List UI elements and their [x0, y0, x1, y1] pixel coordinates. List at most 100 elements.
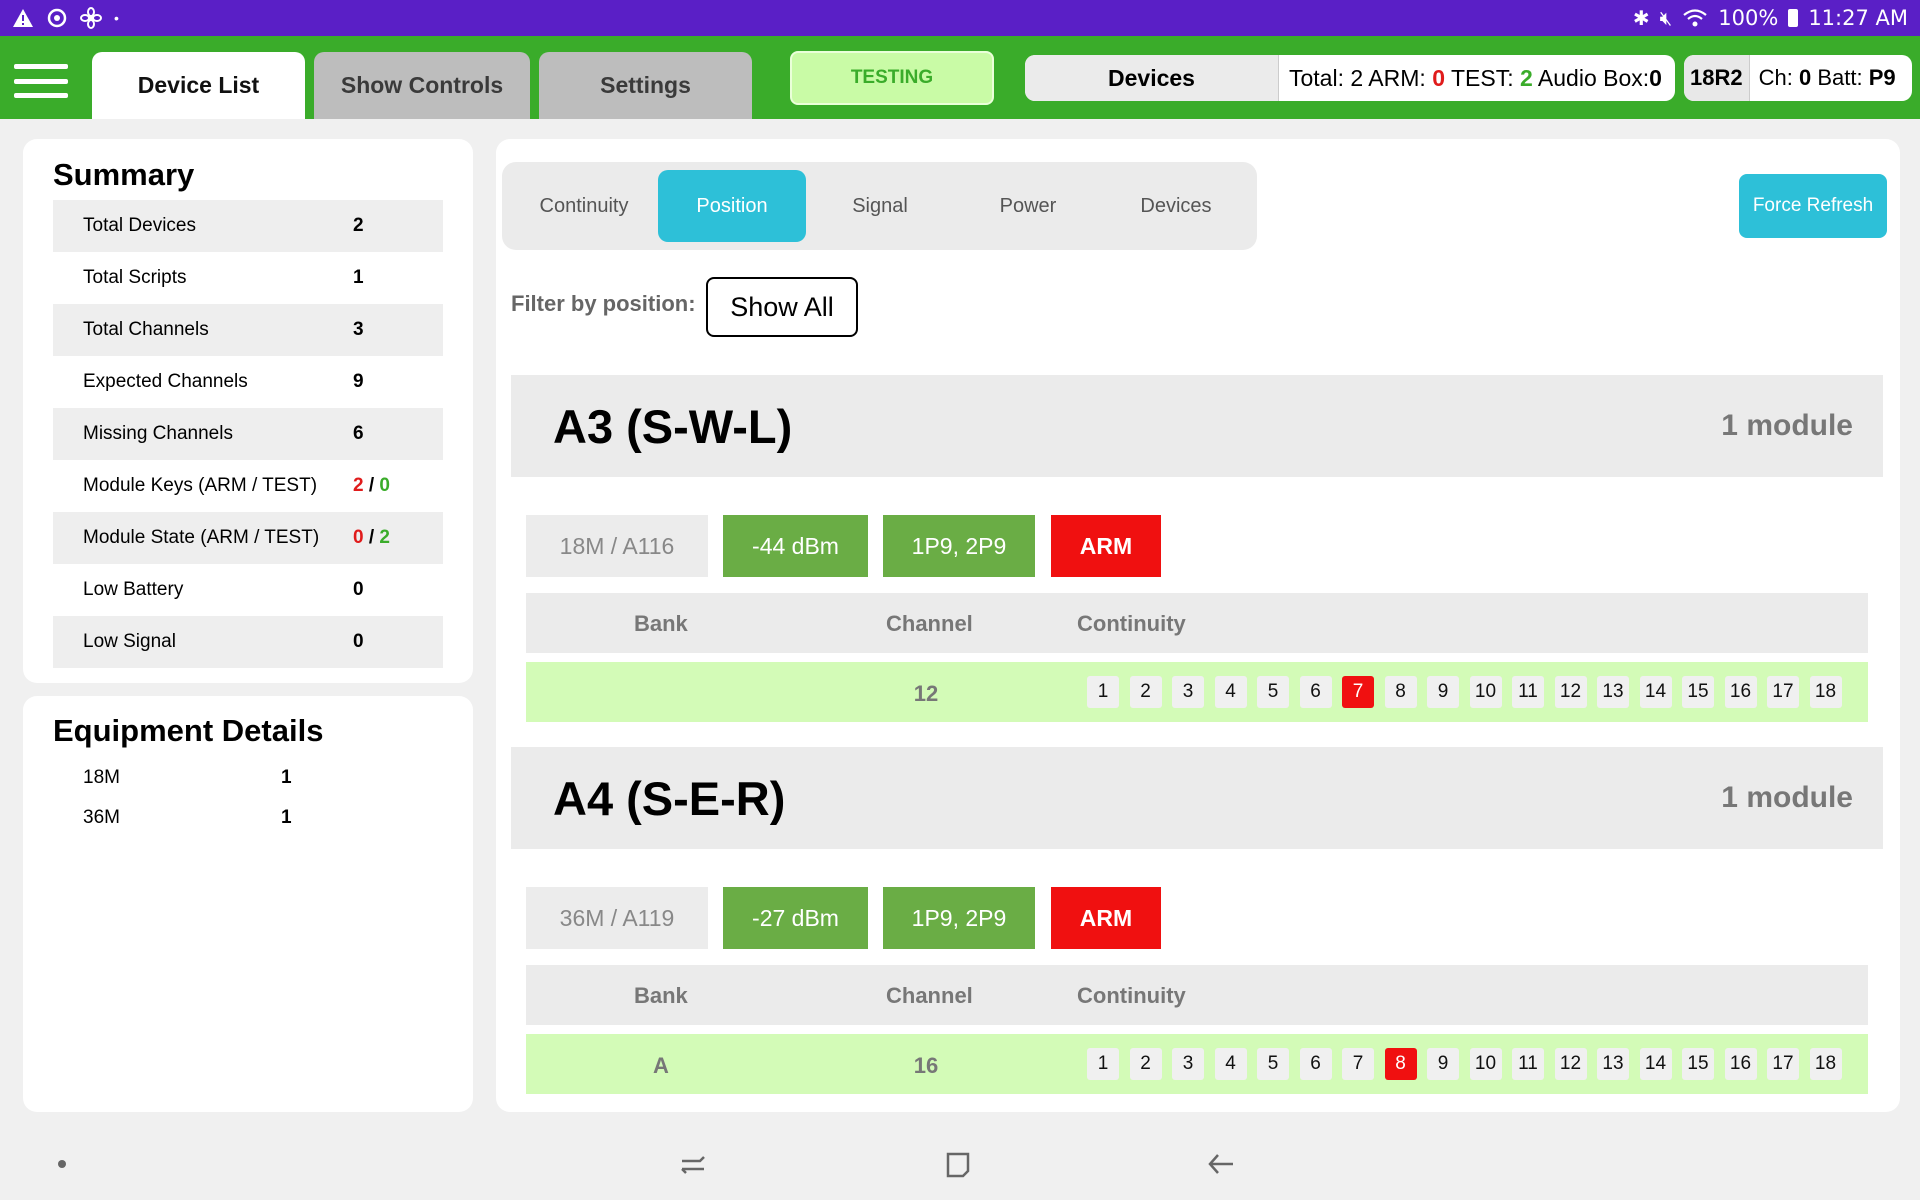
recent-apps-icon[interactable]	[673, 1146, 713, 1182]
devices-stats: Total: 2 ARM: 0 TEST: 2 Audio Box:0	[1279, 65, 1662, 92]
tab-show-controls[interactable]: Show Controls	[314, 52, 530, 119]
power-chip: 1P9, 2P9	[883, 887, 1035, 949]
radio-stats: Ch: 0 Batt: P9	[1750, 65, 1896, 91]
position-header: A3 (S-W-L) 1 module	[511, 375, 1883, 477]
subtab-signal[interactable]: Signal	[806, 170, 954, 242]
position-filter-select[interactable]: Show All	[706, 277, 858, 337]
power-chip: 1P9, 2P9	[883, 515, 1035, 577]
tab-device-list[interactable]: Device List	[92, 52, 305, 119]
wifi-icon	[1683, 9, 1707, 27]
filter-label: Filter by position:	[511, 291, 696, 316]
position-module-count: 1 module	[1721, 781, 1853, 814]
status-bar: • ✱ 🔇︎ 100% 11:27 AM	[0, 0, 1920, 36]
continuity-cell: 5	[1257, 1048, 1289, 1080]
equipment-value: 1	[281, 767, 292, 788]
module-state-separator: /	[363, 527, 380, 548]
continuity-cell: 10	[1469, 1048, 1502, 1080]
table-header: Bank Channel Continuity	[526, 593, 1868, 653]
continuity-cell: 12	[1554, 1048, 1587, 1080]
subtab-power[interactable]: Power	[954, 170, 1102, 242]
devices-status-box: Devices Total: 2 ARM: 0 TEST: 2 Audio Bo…	[1025, 55, 1675, 101]
status-bar-left: •	[12, 7, 119, 29]
summary-row-module-keys: Module Keys (ARM / TEST) 2 / 0	[53, 460, 443, 512]
testing-mode-badge[interactable]: TESTING	[790, 51, 994, 105]
mute-icon: 🔇︎	[1659, 6, 1673, 30]
continuity-cell: 1	[1087, 676, 1119, 708]
table-row: 12 1 2 3 4 5 6 7 8 9 10 11 12 13 14 15 16 17 18	[526, 662, 1868, 722]
continuity-cell: 8	[1384, 676, 1417, 708]
view-tabs: Continuity Position Signal Power Devices	[502, 162, 1257, 250]
audio-box-value: 0	[1649, 64, 1662, 91]
total-label: Total:	[1289, 64, 1344, 91]
batt-label: Batt:	[1817, 65, 1863, 90]
continuity-cells: 1 2 3 4 5 6 7 8 9 10 11 12 13 14 15 16 17 18	[1087, 1048, 1852, 1080]
summary-title: Summary	[53, 157, 195, 192]
summary-value: 6	[353, 423, 364, 444]
continuity-cell: 15	[1682, 1048, 1714, 1080]
position-name: A3 (S-W-L)	[553, 400, 793, 453]
continuity-header: Continuity	[1077, 983, 1186, 1008]
test-value: 2	[1519, 64, 1533, 91]
summary-label: Total Scripts	[83, 267, 187, 288]
summary-row: Low Signal 0	[53, 616, 443, 668]
app-bar: Device List Show Controls Settings TESTI…	[0, 36, 1920, 119]
total-value: 2	[1350, 64, 1364, 91]
arm-value: 0	[1432, 64, 1445, 91]
continuity-cell: 10	[1469, 676, 1502, 708]
continuity-cell: 3	[1172, 1048, 1204, 1080]
fan-icon	[80, 7, 102, 29]
continuity-cell: 8	[1384, 1048, 1417, 1080]
back-icon[interactable]	[1201, 1146, 1241, 1182]
continuity-cell: 4	[1214, 1048, 1247, 1080]
position-header: A4 (S-E-R) 1 module	[511, 747, 1883, 849]
force-refresh-button[interactable]: Force Refresh	[1739, 174, 1887, 238]
continuity-cell: 12	[1554, 676, 1587, 708]
summary-row: Total Devices 2	[53, 200, 443, 252]
module-keys-arm: 2	[353, 475, 364, 496]
tab-settings[interactable]: Settings	[539, 52, 752, 119]
continuity-cell: 17	[1767, 676, 1799, 708]
module-keys-test: 0	[379, 475, 390, 496]
channel-header: Channel	[886, 611, 973, 636]
bank-header: Bank	[634, 983, 688, 1008]
summary-label: Missing Channels	[83, 423, 233, 444]
radio-status-box: 18R2 Ch: 0 Batt: P9	[1684, 55, 1912, 101]
table-header: Bank Channel Continuity	[526, 965, 1868, 1025]
system-nav-bar	[0, 1128, 1920, 1200]
battery-percent: 100%	[1718, 6, 1779, 30]
summary-row-module-state: Module State (ARM / TEST) 0 / 2	[53, 512, 443, 564]
continuity-cell: 1	[1087, 1048, 1119, 1080]
summary-list: Total Devices 2 Total Scripts 1 Total Chan…	[53, 200, 443, 668]
position-module-count: 1 module	[1721, 409, 1853, 442]
continuity-cell: 16	[1724, 1048, 1757, 1080]
ch-value: 0	[1798, 65, 1812, 90]
arm-label: ARM:	[1368, 64, 1426, 91]
continuity-cells: 1 2 3 4 5 6 7 8 9 10 11 12 13 14 15 16 17 18	[1087, 676, 1852, 708]
subtab-devices[interactable]: Devices	[1102, 170, 1250, 242]
channel-header: Channel	[886, 983, 973, 1008]
home-icon[interactable]	[938, 1146, 978, 1182]
bank-header: Bank	[634, 611, 688, 636]
subtab-position[interactable]: Position	[658, 170, 806, 242]
menu-dot-icon[interactable]	[42, 1146, 82, 1182]
module-id-chip: 36M / A119	[526, 887, 708, 949]
continuity-cell: 2	[1129, 676, 1162, 708]
signal-chip: -44 dBm	[723, 515, 868, 577]
summary-value: 0	[353, 579, 364, 600]
arm-state-button[interactable]: ARM	[1051, 515, 1161, 577]
continuity-cell: 9	[1427, 1048, 1459, 1080]
equipment-title: Equipment Details	[53, 713, 324, 748]
arm-state-button[interactable]: ARM	[1051, 887, 1161, 949]
batt-value: P9	[1868, 65, 1896, 90]
summary-label: Low Signal	[83, 631, 176, 652]
hamburger-menu-icon[interactable]	[14, 64, 68, 98]
summary-label: Module State (ARM / TEST)	[83, 527, 320, 548]
summary-label: Low Battery	[83, 579, 184, 600]
module-keys-separator: /	[363, 475, 380, 496]
continuity-cell: 16	[1724, 676, 1757, 708]
subtab-continuity[interactable]: Continuity	[510, 170, 658, 242]
summary-value: 9	[353, 371, 364, 392]
equipment-label: 18M	[83, 767, 120, 788]
clock: 11:27 AM	[1808, 6, 1908, 30]
continuity-cell: 13	[1597, 676, 1629, 708]
